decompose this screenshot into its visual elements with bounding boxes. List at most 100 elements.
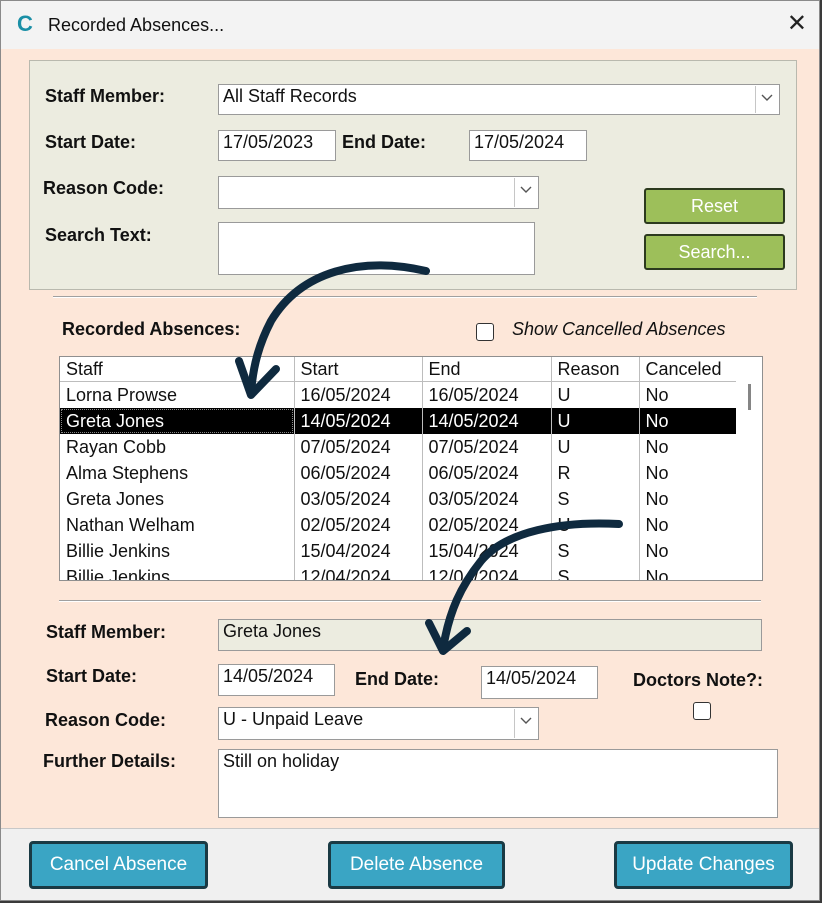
cell-canceled: No [639,460,739,486]
divider [53,296,757,298]
further-details-value: Still on holiday [223,751,340,771]
filter-reason-dropdown[interactable] [218,176,539,209]
cell-start: 12/04/2024 [294,564,423,580]
absences-table[interactable]: Staff Start End Reason Canceled Lorna Pr… [59,356,763,581]
filter-start-date-input[interactable]: 17/05/2023 [218,130,336,161]
cell-start: 06/05/2024 [294,460,423,486]
column-header-canceled[interactable]: Canceled [639,357,739,382]
title-bar: C Recorded Absences... ✕ [1,1,819,49]
table-row[interactable]: Alma Stephens 06/05/2024 06/05/2024 R No [60,460,739,486]
detail-staff-field: Greta Jones [218,619,762,651]
detail-staff-value: Greta Jones [223,621,322,641]
recorded-absences-heading: Recorded Absences: [62,319,241,339]
column-header-staff[interactable]: Staff [60,357,295,382]
cell-canceled: No [639,408,739,434]
cell-end: 02/05/2024 [422,512,552,538]
reset-button[interactable]: Reset [644,188,785,224]
detail-end-date-value: 14/05/2024 [486,668,577,688]
divider [59,600,761,602]
filter-start-date-label: Start Date: [45,132,137,152]
cell-canceled: No [639,564,739,580]
cell-end: 16/05/2024 [422,381,552,408]
filter-staff-value: All Staff Records [223,86,357,106]
cell-staff: Nathan Welham [60,512,295,538]
table-vertical-scrollbar[interactable] [736,357,762,580]
cell-start: 16/05/2024 [294,381,423,408]
cell-canceled: No [639,381,739,408]
cell-end: 15/04/2024 [422,538,552,564]
cell-end: 12/04/2024 [422,564,552,580]
further-details-textarea[interactable]: Still on holiday [218,749,778,818]
cell-start: 02/05/2024 [294,512,423,538]
table-row[interactable]: Billie Jenkins 12/04/2024 12/04/2024 S N… [60,564,739,580]
cell-staff: Billie Jenkins [60,564,295,580]
column-header-reason[interactable]: Reason [551,357,640,382]
chevron-down-icon[interactable] [514,709,537,738]
column-header-end[interactable]: End [422,357,552,382]
cell-end: 14/05/2024 [422,408,552,434]
cell-start: 07/05/2024 [294,434,423,460]
chevron-down-icon[interactable] [755,86,778,113]
cell-reason: U [551,434,640,460]
detail-end-date-label: End Date: [355,669,440,689]
chevron-down-icon[interactable] [514,178,537,207]
scrollbar-thumb[interactable] [748,384,751,410]
filter-end-date-label: End Date: [342,132,427,152]
table-row[interactable]: Nathan Welham 02/05/2024 02/05/2024 U No [60,512,739,538]
cell-staff: Lorna Prowse [60,381,295,408]
filter-search-input[interactable] [218,222,535,275]
search-button[interactable]: Search... [644,234,785,270]
filter-staff-dropdown[interactable]: All Staff Records [218,84,780,115]
cell-staff: Rayan Cobb [60,434,295,460]
filter-start-date-value: 17/05/2023 [223,132,314,152]
update-changes-button[interactable]: Update Changes [614,841,793,889]
detail-end-date-input[interactable]: 14/05/2024 [481,666,598,699]
detail-staff-label: Staff Member: [46,622,167,642]
app-logo-icon: C [17,11,33,36]
filter-reason-label: Reason Code: [43,178,165,198]
cell-reason: U [551,408,640,434]
cell-reason: R [551,460,640,486]
cell-start: 15/04/2024 [294,538,423,564]
footer-bar: Cancel Absence Delete Absence Update Cha… [1,828,819,900]
cell-staff: Greta Jones [60,486,295,512]
cell-staff: Greta Jones [60,408,295,434]
filter-panel: Staff Member: All Staff Records Start Da… [29,60,797,290]
show-cancelled-label: Show Cancelled Absences [512,319,726,339]
filter-end-date-input[interactable]: 17/05/2024 [469,130,587,161]
doctors-note-checkbox[interactable] [693,702,711,720]
cancel-absence-button[interactable]: Cancel Absence [29,841,208,889]
cell-staff: Alma Stephens [60,460,295,486]
cell-canceled: No [639,512,739,538]
table-row[interactable]: Lorna Prowse 16/05/2024 16/05/2024 U No [60,381,739,408]
detail-reason-dropdown[interactable]: U - Unpaid Leave [218,707,539,740]
detail-reason-value: U - Unpaid Leave [223,709,364,729]
cell-end: 07/05/2024 [422,434,552,460]
column-header-start[interactable]: Start [294,357,423,382]
cell-start: 14/05/2024 [294,408,423,434]
cell-canceled: No [639,486,739,512]
show-cancelled-checkbox[interactable] [476,323,494,341]
table-row[interactable]: Rayan Cobb 07/05/2024 07/05/2024 U No [60,434,739,460]
cell-start: 03/05/2024 [294,486,423,512]
delete-absence-button[interactable]: Delete Absence [328,841,505,889]
table-row-selected[interactable]: Greta Jones 14/05/2024 14/05/2024 U No [60,408,739,434]
recorded-absences-window: C Recorded Absences... ✕ Staff Member: A… [0,0,820,901]
cell-reason: S [551,538,640,564]
close-icon[interactable]: ✕ [787,10,807,38]
cell-reason: S [551,486,640,512]
filter-staff-label: Staff Member: [45,86,166,106]
cell-canceled: No [639,538,739,564]
detail-start-date-input[interactable]: 14/05/2024 [218,664,335,696]
detail-start-date-label: Start Date: [46,666,138,686]
cell-reason: U [551,381,640,408]
table-row[interactable]: Billie Jenkins 15/04/2024 15/04/2024 S N… [60,538,739,564]
cell-reason: S [551,564,640,580]
table-header-row: Staff Start End Reason Canceled [60,357,739,382]
window-title: Recorded Absences... [48,15,225,35]
cell-reason: U [551,512,640,538]
cell-end: 06/05/2024 [422,460,552,486]
detail-reason-label: Reason Code: [45,710,167,730]
cell-end: 03/05/2024 [422,486,552,512]
table-row[interactable]: Greta Jones 03/05/2024 03/05/2024 S No [60,486,739,512]
